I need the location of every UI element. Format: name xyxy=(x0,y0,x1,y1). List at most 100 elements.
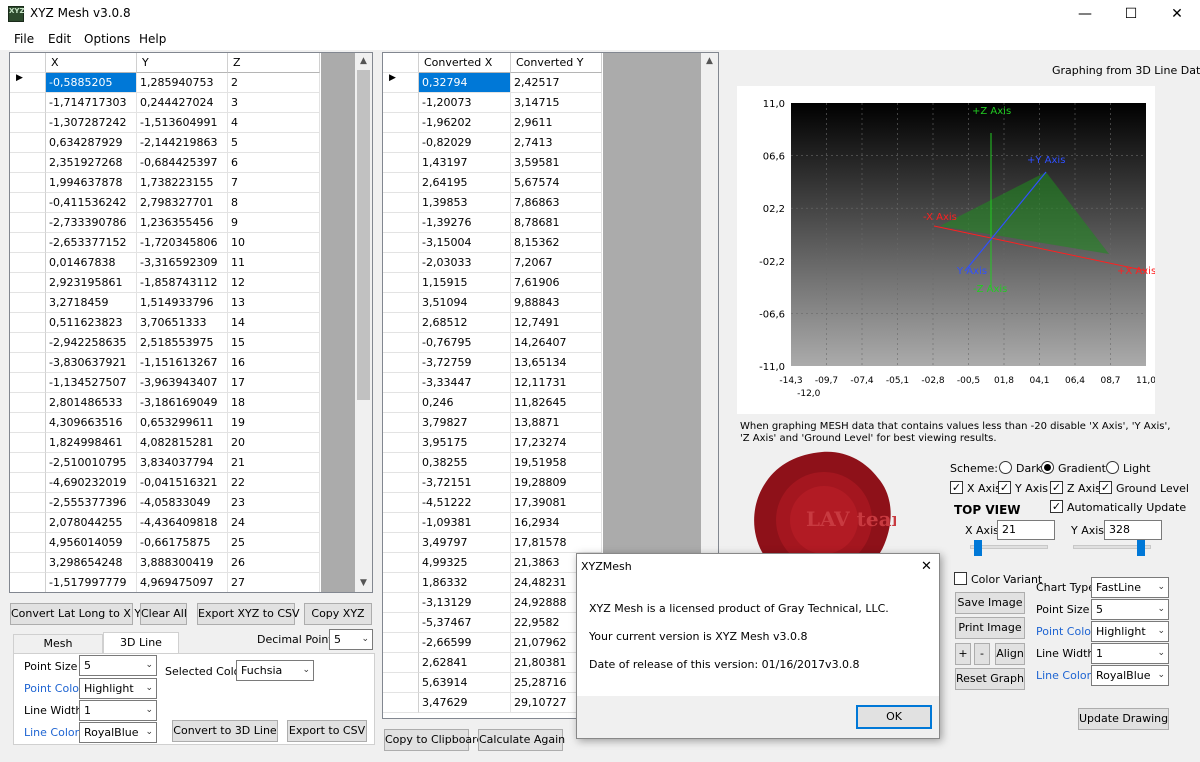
table-cell[interactable]: 3 xyxy=(228,93,320,113)
row-header[interactable] xyxy=(383,493,419,513)
table-cell[interactable]: 2 xyxy=(228,73,320,93)
table-cell[interactable]: 0,32794 xyxy=(419,73,511,93)
row-header[interactable] xyxy=(10,413,46,433)
table-cell[interactable]: -5,37467 xyxy=(419,613,511,633)
copy-clipboard-button[interactable]: Copy to Clipboard xyxy=(384,729,483,751)
table-cell[interactable]: 22 xyxy=(228,473,320,493)
row-header[interactable] xyxy=(383,473,419,493)
table-cell[interactable]: -1,517997779 xyxy=(46,573,137,592)
row-header[interactable] xyxy=(10,393,46,413)
table-row[interactable]: 2,923195861 -1,858743112 12 xyxy=(10,273,320,293)
table-row[interactable]: -0,82029 2,7413 xyxy=(383,133,602,153)
z-axis-checkbox[interactable]: ✓ xyxy=(1050,481,1063,494)
right-point-size-select[interactable]: 5 ⌄ xyxy=(1091,599,1169,620)
table-cell[interactable]: 1,15915 xyxy=(419,273,511,293)
table-row[interactable]: -4,690232019 -0,041516321 22 xyxy=(10,473,320,493)
right-point-color-select[interactable]: Highlight ⌄ xyxy=(1091,621,1169,642)
row-header[interactable] xyxy=(383,633,419,653)
table-cell[interactable]: 3,298654248 xyxy=(46,553,137,573)
table-row[interactable]: ▶ -0,5885205 1,285940753 2 xyxy=(10,73,320,93)
table-cell[interactable]: 4,956014059 xyxy=(46,533,137,553)
table-row[interactable]: 1,43197 3,59581 xyxy=(383,153,602,173)
close-button[interactable]: ✕ xyxy=(1154,0,1200,28)
row-header[interactable] xyxy=(10,113,46,133)
table-cell[interactable]: 7,61906 xyxy=(511,273,602,293)
convert-3d-line-button[interactable]: Convert to 3D Line xyxy=(172,720,278,742)
y-axis-checkbox[interactable]: ✓ xyxy=(998,481,1011,494)
row-header[interactable] xyxy=(383,393,419,413)
save-image-button[interactable]: Save Image xyxy=(955,592,1025,614)
table-cell[interactable]: -3,13129 xyxy=(419,593,511,613)
table-row[interactable]: 1,15915 7,61906 xyxy=(383,273,602,293)
table-cell[interactable]: 0,246 xyxy=(419,393,511,413)
table-row[interactable]: 3,47629 29,10727 xyxy=(383,693,602,713)
scheme-dark-radio[interactable] xyxy=(999,461,1012,474)
row-header[interactable] xyxy=(10,233,46,253)
table-cell[interactable]: 8,15362 xyxy=(511,233,602,253)
table-cell[interactable]: 19,51958 xyxy=(511,453,602,473)
row-header[interactable] xyxy=(383,213,419,233)
table-cell[interactable]: -2,942258635 xyxy=(46,333,137,353)
convert-lat-long-button[interactable]: Convert Lat Long to X Y xyxy=(10,603,141,625)
row-header[interactable]: ▶ xyxy=(383,73,419,93)
table-cell[interactable]: 4,969475097 xyxy=(137,573,228,592)
table-row[interactable]: -5,37467 22,9582 xyxy=(383,613,602,633)
zoom-out-button[interactable]: - xyxy=(974,643,990,665)
table-cell[interactable]: 2,078044255 xyxy=(46,513,137,533)
x-axis-angle-input[interactable]: 21 xyxy=(997,520,1055,540)
selected-color-select[interactable]: Fuchsia ⌄ xyxy=(236,660,314,681)
table-row[interactable]: 2,62841 21,80381 xyxy=(383,653,602,673)
table-row[interactable]: -1,96202 2,9611 xyxy=(383,113,602,133)
table-cell[interactable]: 17,39081 xyxy=(511,493,602,513)
print-image-button[interactable]: Print Image xyxy=(955,617,1025,639)
table-row[interactable]: -1,39276 8,78681 xyxy=(383,213,602,233)
table-row[interactable]: 3,95175 17,23274 xyxy=(383,433,602,453)
row-header[interactable] xyxy=(10,173,46,193)
table-cell[interactable]: 3,14715 xyxy=(511,93,602,113)
table-row[interactable]: 3,298654248 3,888300419 26 xyxy=(10,553,320,573)
row-header[interactable] xyxy=(383,593,419,613)
table-cell[interactable]: 1,738223155 xyxy=(137,173,228,193)
table-row[interactable]: ▶ 0,32794 2,42517 xyxy=(383,73,602,93)
row-header[interactable] xyxy=(10,293,46,313)
table-row[interactable]: -3,15004 8,15362 xyxy=(383,233,602,253)
ground-level-checkbox[interactable]: ✓ xyxy=(1099,481,1112,494)
row-header[interactable] xyxy=(10,133,46,153)
table-cell[interactable]: 20 xyxy=(228,433,320,453)
table-cell[interactable]: 2,798327701 xyxy=(137,193,228,213)
table-cell[interactable]: 12,11731 xyxy=(511,373,602,393)
row-header[interactable] xyxy=(383,353,419,373)
zoom-in-button[interactable]: + xyxy=(955,643,971,665)
table-row[interactable]: 3,51094 9,88843 xyxy=(383,293,602,313)
table-cell[interactable]: 19 xyxy=(228,413,320,433)
table-cell[interactable]: 10 xyxy=(228,233,320,253)
table-cell[interactable]: -1,09381 xyxy=(419,513,511,533)
table-cell[interactable]: -1,39276 xyxy=(419,213,511,233)
table-cell[interactable]: 4 xyxy=(228,113,320,133)
table-row[interactable]: -1,517997779 4,969475097 27 xyxy=(10,573,320,592)
table-cell[interactable]: 12,7491 xyxy=(511,313,602,333)
minimize-button[interactable]: — xyxy=(1062,0,1108,28)
row-header[interactable] xyxy=(383,613,419,633)
right-line-width-select[interactable]: 1 ⌄ xyxy=(1091,643,1169,664)
table-cell[interactable]: 3,834037794 xyxy=(137,453,228,473)
table-cell[interactable]: 1,236355456 xyxy=(137,213,228,233)
table-cell[interactable]: 23 xyxy=(228,493,320,513)
row-header[interactable] xyxy=(383,513,419,533)
table-cell[interactable]: -3,830637921 xyxy=(46,353,137,373)
table-cell[interactable]: 16,2934 xyxy=(511,513,602,533)
row-header[interactable] xyxy=(383,253,419,273)
table-cell[interactable]: 1,43197 xyxy=(419,153,511,173)
table-cell[interactable]: 2,518553975 xyxy=(137,333,228,353)
x-axis-slider-thumb[interactable] xyxy=(974,540,983,556)
grid2-column-header[interactable]: Converted Y xyxy=(511,53,602,73)
table-cell[interactable]: 13,65134 xyxy=(511,353,602,373)
row-header[interactable] xyxy=(383,273,419,293)
table-cell[interactable]: 5,67574 xyxy=(511,173,602,193)
table-cell[interactable]: -2,144219863 xyxy=(137,133,228,153)
row-header[interactable] xyxy=(10,213,46,233)
table-row[interactable]: -3,830637921 -1,151613267 16 xyxy=(10,353,320,373)
table-cell[interactable]: 25 xyxy=(228,533,320,553)
table-cell[interactable]: 0,634287929 xyxy=(46,133,137,153)
dialog-close-icon[interactable]: ✕ xyxy=(921,559,932,574)
